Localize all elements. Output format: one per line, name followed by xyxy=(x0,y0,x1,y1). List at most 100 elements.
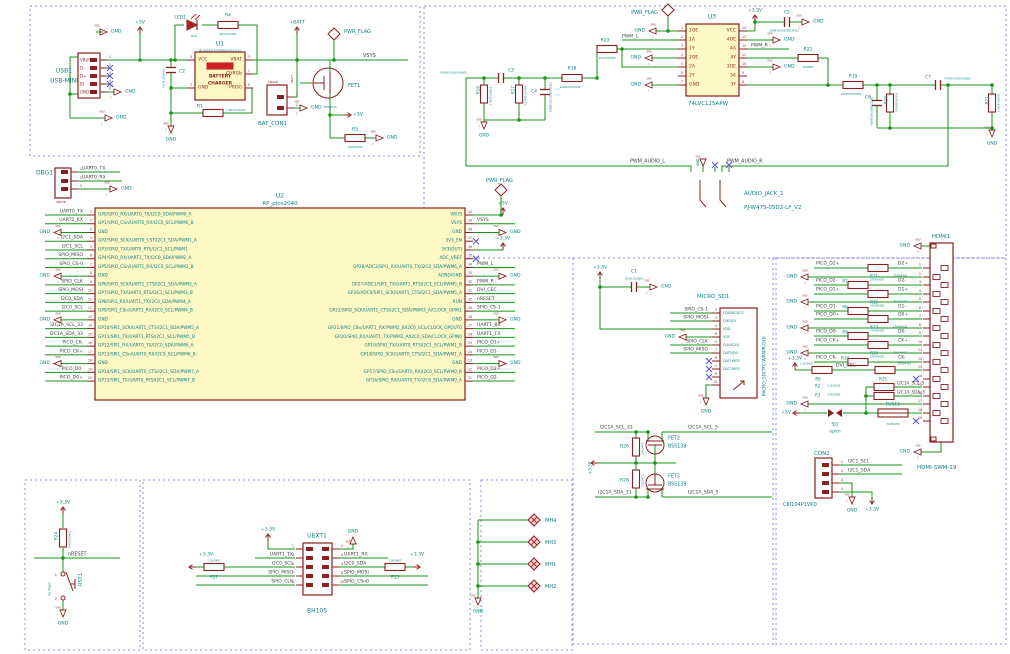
text-label: PWM_AUDIO_R xyxy=(727,159,763,165)
resistor-R24[interactable] xyxy=(60,529,67,547)
resistor-R3[interactable] xyxy=(874,393,894,400)
power-symbol[interactable]: +3.3V xyxy=(593,265,608,280)
symbol-body[interactable] xyxy=(703,230,723,236)
wire[interactable] xyxy=(818,58,828,85)
resistor-R11[interactable] xyxy=(868,265,888,272)
audio-jack-body[interactable] xyxy=(686,172,736,230)
resistor-R23[interactable] xyxy=(597,46,617,53)
symbol-graphics[interactable] xyxy=(66,572,73,591)
resistor-R2[interactable] xyxy=(874,384,894,391)
resistor-R12[interactable] xyxy=(868,291,888,298)
power-symbol[interactable]: +5V xyxy=(135,20,146,35)
power-symbol[interactable]: +BATT xyxy=(289,20,305,35)
capacitor-C3[interactable] xyxy=(499,73,504,83)
power-symbol[interactable]: +5V xyxy=(781,410,800,416)
resistor-R17[interactable] xyxy=(516,85,523,103)
connector-uext1[interactable]: 13579246810 xyxy=(292,543,344,595)
gnd-symbol[interactable]: GNDGND1 xyxy=(698,395,711,415)
gnd-symbol[interactable]: GNDGND1 xyxy=(786,397,808,412)
wire[interactable] xyxy=(330,115,345,138)
gnd-symbol[interactable]: GNDGND1 xyxy=(786,295,808,310)
wire[interactable] xyxy=(866,387,874,413)
resistor-R26[interactable] xyxy=(633,438,640,456)
resistor-R7[interactable] xyxy=(848,282,868,289)
resistor-R28[interactable] xyxy=(633,470,640,488)
resistor-R27[interactable] xyxy=(204,564,224,571)
resistor-R16[interactable] xyxy=(481,85,488,103)
pwr-flag[interactable] xyxy=(328,28,340,60)
no-connect[interactable] xyxy=(913,418,919,424)
capacitor-C6[interactable] xyxy=(872,101,882,106)
resistor-R8[interactable] xyxy=(848,308,868,315)
resistor-R25[interactable] xyxy=(875,367,895,374)
pwr-flag[interactable] xyxy=(662,4,674,31)
gnd-symbol[interactable]: GNDGND1 xyxy=(786,270,808,285)
ic-micro-sd[interactable]: 2CD/DAT3/CSSPIO_CS-13CMD/DISPIO_MOSI4VDD… xyxy=(664,307,757,399)
wire[interactable] xyxy=(706,385,712,398)
junction xyxy=(476,584,480,588)
svg-text:open: open xyxy=(829,430,840,435)
svg-text:R19: R19 xyxy=(849,74,858,80)
svg-text:13: 13 xyxy=(88,315,92,319)
mounting-hole-mh2[interactable] xyxy=(528,580,540,592)
svg-text:+5V: +5V xyxy=(353,112,364,118)
text-label: 220R/5%/0402 xyxy=(841,92,862,96)
resistor-R4[interactable] xyxy=(218,22,238,29)
gnd-symbol[interactable]: GND1 xyxy=(695,156,706,167)
gnd-symbol[interactable]: GNDGND1 xyxy=(163,123,176,143)
svg-text:GND: GND xyxy=(650,24,655,27)
gnd-symbol[interactable]: GNDGND1 xyxy=(844,494,857,514)
power-symbol[interactable]: +5V xyxy=(344,112,364,118)
resistor-R19[interactable] xyxy=(843,82,863,89)
power-symbol[interactable]: +3.3V xyxy=(56,500,71,515)
resistor-R18[interactable] xyxy=(562,75,582,82)
capacitor-C1[interactable] xyxy=(632,282,637,292)
resistor-R6[interactable] xyxy=(812,367,832,374)
resistor-R9[interactable] xyxy=(848,333,868,340)
resistor-R5[interactable] xyxy=(345,135,365,142)
switch-contact[interactable] xyxy=(61,572,65,576)
mounting-hole-mh4[interactable] xyxy=(528,514,540,526)
wire[interactable] xyxy=(466,78,691,172)
gnd-symbol[interactable]: GNDGND1 xyxy=(899,445,921,460)
mounting-hole-mh1[interactable] xyxy=(528,558,540,570)
resistor-R15[interactable] xyxy=(385,564,405,571)
capacitor-C4[interactable] xyxy=(540,90,550,95)
gnd-symbol[interactable]: GNDGND1 xyxy=(899,239,921,254)
power-symbol[interactable]: +3.3V xyxy=(748,8,763,23)
svg-text:D-: D- xyxy=(80,66,85,71)
gnd-symbol[interactable]: GNDGND1 xyxy=(55,607,68,627)
text-label: 1 xyxy=(55,573,57,577)
gnd-symbol[interactable]: GNDGND1 xyxy=(476,119,489,139)
switch-contact[interactable] xyxy=(61,596,65,600)
resistor-R14[interactable] xyxy=(868,342,888,349)
resistor-R21[interactable] xyxy=(989,94,996,112)
capacitor-C2[interactable] xyxy=(166,68,176,73)
mounting-hole-mh3[interactable] xyxy=(528,536,540,548)
capacitor-C5[interactable] xyxy=(785,17,790,27)
connector-hdmi1[interactable]: 12345678910111213141516171819 xyxy=(918,243,953,442)
power-symbol[interactable]: +3.3V xyxy=(865,497,880,513)
gnd-symbol[interactable]: GNDGND1 xyxy=(345,529,358,550)
gnd-symbol[interactable]: GNDGND1 xyxy=(786,321,808,336)
connector-con2[interactable]: 1234 xyxy=(815,458,843,498)
ic-u2-rp-pico2040[interactable]: 1GP0/SPIO_RX/UART0_TX/I2C0_SDA/PWM0_AUAR… xyxy=(39,201,521,401)
power-symbol[interactable] xyxy=(189,565,196,570)
led1[interactable] xyxy=(187,14,200,30)
svg-text:40: 40 xyxy=(468,210,472,214)
resistor-R13[interactable] xyxy=(868,316,888,323)
svg-text:1: 1 xyxy=(495,281,497,284)
connector-bat-con1[interactable]: 12 xyxy=(267,85,298,115)
symbol-body[interactable] xyxy=(207,63,233,69)
text-label: 100NF/10%/10VDC/0402 xyxy=(550,82,553,112)
power-symbol[interactable] xyxy=(413,565,420,570)
capacitor-C7[interactable] xyxy=(936,80,941,90)
power-symbol[interactable]: +3.3V xyxy=(261,527,276,542)
gnd-symbol[interactable]: GNDGND1 xyxy=(470,595,483,615)
resistor-R22[interactable] xyxy=(798,55,818,62)
svg-text:9: 9 xyxy=(715,372,717,376)
wire[interactable] xyxy=(921,442,941,452)
resistor-R1[interactable] xyxy=(203,110,223,117)
fuse1[interactable] xyxy=(878,409,908,417)
solder-jumper-sj1[interactable] xyxy=(828,409,842,417)
